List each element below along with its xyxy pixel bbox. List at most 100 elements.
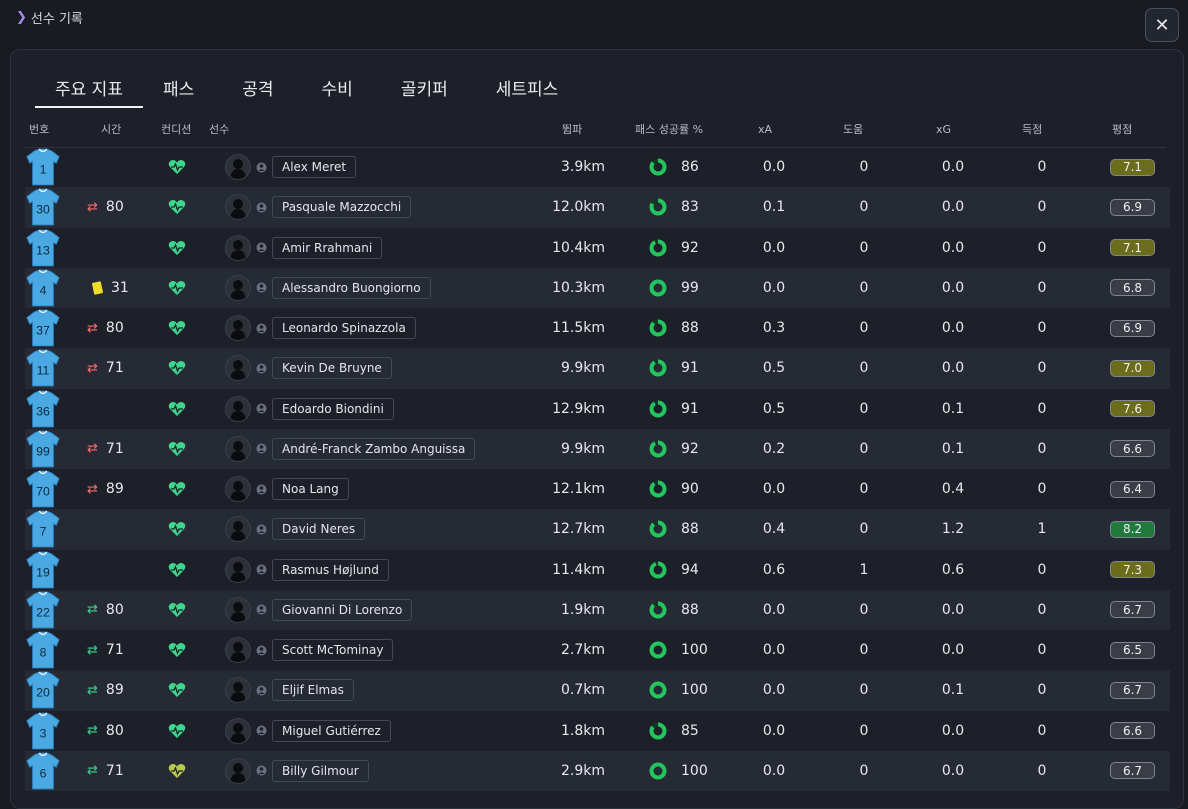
- avatar: [225, 268, 251, 308]
- header-goals[interactable]: 득점: [1022, 123, 1042, 137]
- close-button[interactable]: ✕: [1145, 8, 1179, 42]
- table-row[interactable]: 70 ⇄ 89 Noa Lang 12.1km 90 0.0 0 0.4 0 6.4: [25, 469, 1170, 509]
- header-pass-pct[interactable]: 패스 성공률 %: [635, 123, 703, 137]
- xa-value: 0.0: [762, 239, 786, 256]
- table-row[interactable]: 4 31 Alessandro Buongiorno 10.3km 99 0.0 0 0.0 0…: [25, 267, 1170, 308]
- event-time: ⇄ 71: [87, 630, 147, 670]
- event-time: ⇄ 80: [87, 590, 147, 630]
- header-condition[interactable]: 컨디션: [161, 123, 191, 137]
- distance-value: 0.7km: [560, 682, 605, 699]
- player-name-cell[interactable]: Pasquale Mazzocchi: [272, 187, 412, 227]
- player-name-cell[interactable]: Alessandro Buongiorno: [272, 268, 431, 308]
- player-name-cell[interactable]: David Neres: [272, 509, 366, 549]
- header-player[interactable]: 선수: [209, 123, 229, 137]
- table-row[interactable]: 6 ⇄ 71 Billy Gilmour 2.9km 100 0.0 0 0.0 0 6.7: [25, 750, 1170, 791]
- player-name[interactable]: Kevin De Bruyne: [272, 357, 392, 380]
- player-name[interactable]: Miguel Gutiérrez: [272, 719, 391, 742]
- pass-accuracy: 91: [649, 389, 705, 429]
- player-name-cell[interactable]: Scott McTominay: [272, 630, 394, 670]
- table-row[interactable]: 20 ⇄ 89 Eljif Elmas 0.7km 100 0.0 0 0.1 0 6.7: [25, 670, 1170, 711]
- player-name-cell[interactable]: Miguel Gutiérrez: [272, 711, 391, 751]
- player-name[interactable]: Pasquale Mazzocchi: [272, 196, 412, 219]
- rating-cell: 6.7: [1109, 590, 1156, 630]
- header-rating[interactable]: 평점: [1112, 123, 1132, 137]
- table-row[interactable]: 37 ⇄ 80 Leonardo Spinazzola 11.5km 88 0.3 0 0.0 0…: [25, 308, 1170, 348]
- goals-value: 0: [1037, 601, 1047, 618]
- player-name[interactable]: Noa Lang: [272, 478, 349, 501]
- player-name-cell[interactable]: Leonardo Spinazzola: [272, 308, 416, 348]
- position-icon: [256, 147, 268, 187]
- table-row[interactable]: 7 David Neres 12.7km 88 0.4 0 1.2 1 8.2: [25, 509, 1170, 550]
- pass-ring-icon: [649, 279, 667, 297]
- table-row[interactable]: 36 Edoardo Biondini 12.9km 91 0.5 0 0.1 0 7.6: [25, 389, 1170, 429]
- player-name[interactable]: Alex Meret: [272, 156, 357, 179]
- position-icon: [256, 630, 268, 670]
- jersey-icon: 36: [26, 389, 60, 429]
- pass-accuracy: 83: [649, 187, 705, 227]
- player-name-cell[interactable]: Kevin De Bruyne: [272, 348, 392, 388]
- pass-accuracy: 100: [649, 751, 708, 791]
- table-row[interactable]: 30 ⇄ 80 Pasquale Mazzocchi 12.0km 83 0.1 0 0.0 0 6…: [25, 187, 1170, 228]
- player-name[interactable]: Rasmus Højlund: [272, 558, 389, 581]
- player-name-cell[interactable]: Eljif Elmas: [272, 670, 354, 710]
- distance-value: 12.9km: [552, 400, 605, 417]
- player-name[interactable]: Billy Gilmour: [272, 759, 369, 782]
- player-name-cell[interactable]: Billy Gilmour: [272, 751, 369, 791]
- tab-set-pieces[interactable]: 세트피스: [496, 75, 559, 104]
- header-xg[interactable]: xG: [936, 123, 951, 137]
- player-name[interactable]: Scott McTominay: [272, 639, 394, 662]
- rating-badge: 6.8: [1110, 279, 1155, 297]
- table-row[interactable]: 13 Amir Rrahmani 10.4km 92 0.0 0 0.0 0 7.1: [25, 228, 1170, 268]
- condition-heart-icon: [166, 509, 188, 549]
- pass-ring-icon: [649, 400, 667, 418]
- player-name[interactable]: André-Franck Zambo Anguissa: [272, 437, 476, 460]
- player-name[interactable]: Amir Rrahmani: [272, 236, 383, 259]
- breadcrumb[interactable]: ❯ 선수 기록: [16, 7, 83, 27]
- avatar: [225, 711, 251, 751]
- table-row[interactable]: 3 ⇄ 80 Miguel Gutiérrez 1.8km 85 0.0 0 0.0 0 6.6: [25, 711, 1170, 751]
- minute-value: 80: [105, 320, 124, 337]
- player-name-cell[interactable]: Giovanni Di Lorenzo: [272, 590, 413, 630]
- table-row[interactable]: 19 Rasmus Højlund 11.4km 94 0.6 1 0.6 0 7.3: [25, 550, 1170, 590]
- table-row[interactable]: 11 ⇄ 71 Kevin De Bruyne 9.9km 91 0.5 0 0.0 0 7.0: [25, 348, 1170, 389]
- table-row[interactable]: 99 ⇄ 71 André-Franck Zambo Anguissa 9.9km 92 0…: [25, 428, 1170, 469]
- header-number[interactable]: 번호: [29, 123, 49, 137]
- player-name[interactable]: David Neres: [272, 518, 366, 541]
- jersey-number: 30: [36, 203, 50, 217]
- tab-defense[interactable]: 수비: [322, 75, 353, 104]
- player-name-cell[interactable]: Alex Meret: [272, 147, 357, 187]
- player-name-cell[interactable]: Amir Rrahmani: [272, 228, 383, 268]
- tab-key-stats[interactable]: 주요 지표: [35, 75, 143, 108]
- table-row[interactable]: 8 ⇄ 71 Scott McTominay 2.7km 100 0.0 0 0.0 0 6.5: [25, 630, 1170, 670]
- player-name-cell[interactable]: Rasmus Højlund: [272, 550, 389, 590]
- header-distance[interactable]: 뜀파: [562, 123, 582, 137]
- distance-value: 1.9km: [560, 601, 605, 618]
- player-name[interactable]: Edoardo Biondini: [272, 397, 394, 420]
- tab-passing[interactable]: 패스: [163, 75, 194, 104]
- pass-pct-value: 100: [681, 642, 708, 659]
- tab-attack[interactable]: 공격: [242, 75, 273, 104]
- player-name-cell[interactable]: Edoardo Biondini: [272, 389, 394, 429]
- event-time: ⇄ 89: [87, 670, 147, 710]
- player-name[interactable]: Alessandro Buongiorno: [272, 276, 431, 299]
- goals-value: 0: [1037, 682, 1047, 699]
- player-name[interactable]: Giovanni Di Lorenzo: [272, 598, 413, 621]
- player-name[interactable]: Eljif Elmas: [272, 679, 354, 702]
- event-time: [87, 389, 147, 429]
- position-icon: [256, 550, 268, 590]
- avatar: [225, 630, 251, 670]
- header-assists[interactable]: 도움: [843, 123, 863, 137]
- table-row[interactable]: 22 ⇄ 80 Giovanni Di Lorenzo 1.9km 88 0.0 0 0.0 0 6…: [25, 589, 1170, 630]
- player-name[interactable]: Leonardo Spinazzola: [272, 317, 416, 340]
- pass-pct-value: 100: [681, 682, 708, 699]
- table-row[interactable]: 1 Alex Meret 3.9km 86 0.0 0 0.0 0 7.1: [25, 147, 1170, 187]
- header-xa[interactable]: xA: [758, 123, 772, 137]
- rating-cell: 6.9: [1109, 308, 1156, 348]
- jersey-number: 6: [40, 766, 47, 780]
- header-time[interactable]: 시간: [101, 123, 121, 137]
- player-name-cell[interactable]: Noa Lang: [272, 469, 349, 509]
- xa-value: 0.0: [762, 481, 786, 498]
- player-name-cell[interactable]: André-Franck Zambo Anguissa: [272, 429, 476, 469]
- tab-goalkeeper[interactable]: 골키퍼: [401, 75, 448, 104]
- jersey-icon: 7: [26, 509, 60, 549]
